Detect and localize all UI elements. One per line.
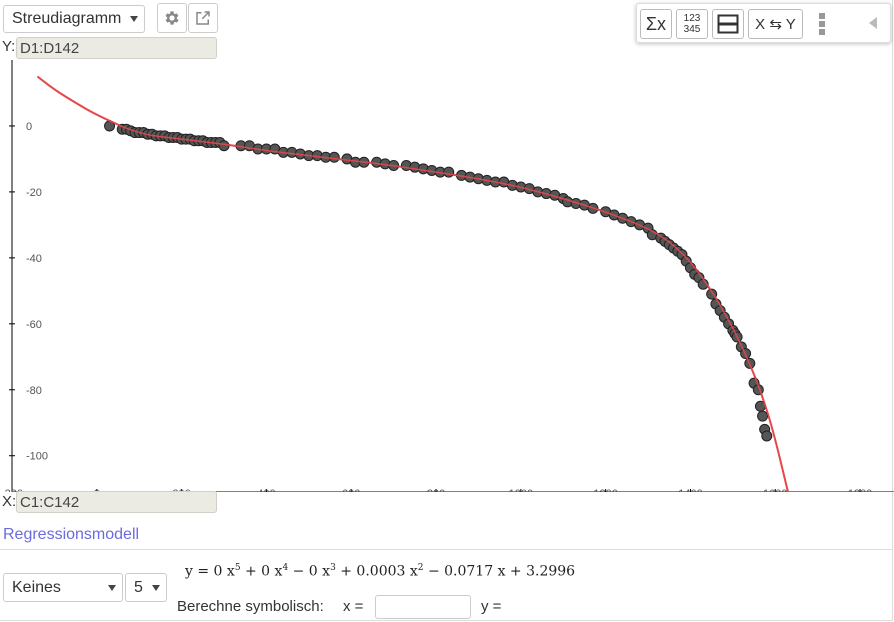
chevron-down-icon xyxy=(108,584,116,591)
y-tick-label: -40 xyxy=(26,253,42,265)
x-tick-label: 400 xyxy=(257,488,275,492)
data-point xyxy=(328,151,340,163)
data-point xyxy=(757,410,769,422)
x-tick-label: 1200 xyxy=(593,488,617,492)
data-point xyxy=(443,166,455,178)
x-tick-label: 1800 xyxy=(848,488,872,492)
x-range-label: X: xyxy=(2,493,17,510)
data-point xyxy=(761,430,773,442)
x-value-input[interactable] xyxy=(375,595,471,619)
regression-model-value: Keines xyxy=(12,578,61,596)
x-tick-label: 800 xyxy=(427,488,445,492)
y-tick-label: -100 xyxy=(26,451,48,463)
y-tick-label: -20 xyxy=(26,187,42,199)
x-tick-label: 1600 xyxy=(763,488,787,492)
polynomial-degree-select[interactable]: 5 xyxy=(125,573,167,602)
data-point xyxy=(218,140,230,152)
regression-model-select[interactable]: Keines xyxy=(3,573,123,602)
scatter-plot[interactable]: -2000200400600800100012001400160018000-2… xyxy=(0,0,894,492)
chevron-down-icon xyxy=(152,584,160,591)
divider xyxy=(0,549,893,550)
x-tick-label: 600 xyxy=(342,488,360,492)
symbolic-calc-label: Berechne symbolisch: xyxy=(177,598,324,615)
y-tick-label: -60 xyxy=(26,319,42,331)
y-tick-label: 0 xyxy=(26,121,32,133)
regression-formula: y = 0 x5 + 0 x4 − 0 x3 + 0.0003 x2 − 0.0… xyxy=(185,563,576,580)
x-tick-label: 1000 xyxy=(509,488,533,492)
polynomial-degree-value: 5 xyxy=(134,578,143,596)
x-tick-label: 1400 xyxy=(678,488,702,492)
y-equals-label: y = xyxy=(481,598,502,615)
y-tick-label: -80 xyxy=(26,385,42,397)
x-equals-label: x = xyxy=(343,598,364,615)
x-range-input[interactable]: C1:C142 xyxy=(16,491,217,513)
regression-model-link[interactable]: Regressionsmodell xyxy=(3,526,139,544)
